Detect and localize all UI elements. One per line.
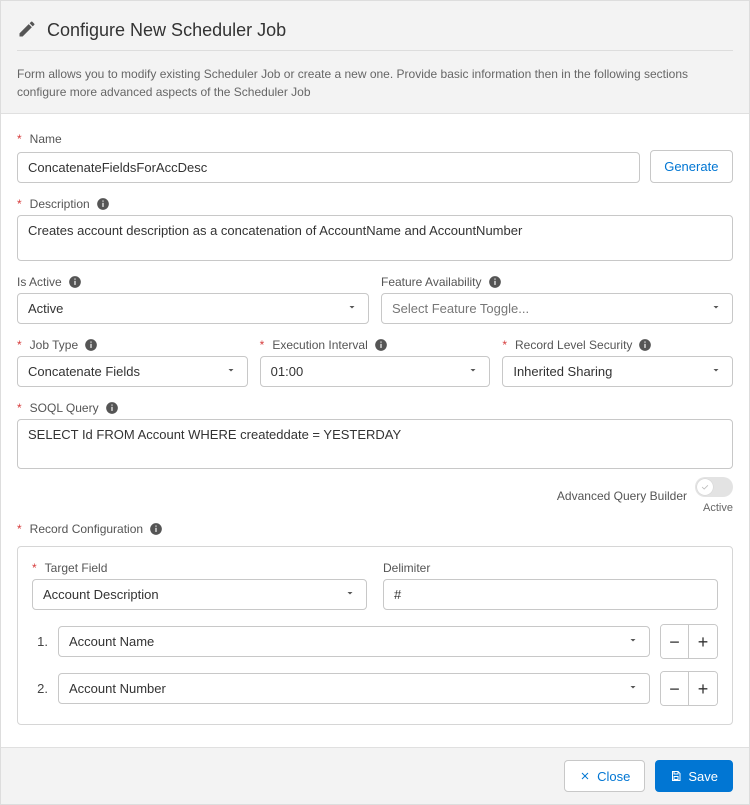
target-field-label: *Target Field	[32, 561, 367, 575]
record-level-security-select[interactable]: Inherited Sharing	[502, 356, 733, 387]
chevron-down-icon	[225, 364, 237, 379]
record-level-security-label: *Record Level Security	[502, 338, 733, 352]
chevron-down-icon	[467, 364, 479, 379]
info-icon	[68, 275, 82, 289]
field-select[interactable]: Account Number	[58, 673, 650, 704]
info-icon	[488, 275, 502, 289]
field-select[interactable]: Account Name	[58, 626, 650, 657]
name-input[interactable]	[17, 152, 640, 183]
header-divider	[17, 50, 733, 51]
toggle-knob	[697, 479, 713, 495]
soql-query-label: *SOQL Query	[17, 401, 733, 415]
form-body: *Name Generate *Description Is Active	[1, 114, 749, 747]
save-button-label: Save	[688, 769, 718, 784]
chevron-down-icon	[346, 301, 358, 316]
close-button[interactable]: Close	[564, 760, 645, 792]
chevron-down-icon	[710, 301, 722, 316]
dialog-footer: Close Save	[1, 747, 749, 804]
info-icon	[374, 338, 388, 352]
delimiter-input[interactable]	[383, 579, 718, 610]
field-row-1: 1. Account Name − +	[32, 624, 718, 659]
description-label: *Description	[17, 197, 733, 211]
row-controls: − +	[660, 671, 718, 706]
generate-button[interactable]: Generate	[650, 150, 733, 183]
target-field-select[interactable]: Account Description	[32, 579, 367, 610]
info-icon	[149, 522, 163, 536]
info-icon	[84, 338, 98, 352]
scheduler-job-dialog: Configure New Scheduler Job Form allows …	[0, 0, 750, 805]
record-configuration-label: *Record Configuration	[17, 522, 733, 536]
row-controls: − +	[660, 624, 718, 659]
feature-availability-select[interactable]: Select Feature Toggle...	[381, 293, 733, 324]
job-type-select[interactable]: Concatenate Fields	[17, 356, 248, 387]
row-index: 1.	[32, 634, 48, 649]
info-icon	[638, 338, 652, 352]
field-row-2: 2. Account Number − +	[32, 671, 718, 706]
execution-interval-label: *Execution Interval	[260, 338, 491, 352]
remove-row-button[interactable]: −	[661, 625, 689, 658]
is-active-select[interactable]: Active	[17, 293, 369, 324]
info-icon	[96, 197, 110, 211]
chevron-down-icon	[344, 587, 356, 602]
chevron-down-icon	[710, 364, 722, 379]
description-textarea[interactable]	[17, 215, 733, 261]
delimiter-label: Delimiter	[383, 561, 718, 575]
remove-row-button[interactable]: −	[661, 672, 689, 705]
aqb-status: Active	[695, 502, 733, 514]
aqb-label: Advanced Query Builder	[557, 489, 687, 503]
info-icon	[105, 401, 119, 415]
record-config-box: *Target Field Account Description Delimi…	[17, 546, 733, 725]
save-button[interactable]: Save	[655, 760, 733, 792]
feature-availability-label: Feature Availability	[381, 275, 733, 289]
aqb-toggle[interactable]	[695, 477, 733, 497]
edit-icon	[17, 19, 37, 42]
add-row-button[interactable]: +	[689, 625, 717, 658]
dialog-description: Form allows you to modify existing Sched…	[17, 65, 733, 101]
chevron-down-icon	[627, 634, 639, 649]
job-type-label: *Job Type	[17, 338, 248, 352]
row-index: 2.	[32, 681, 48, 696]
name-label: *Name	[17, 132, 733, 146]
add-row-button[interactable]: +	[689, 672, 717, 705]
close-button-label: Close	[597, 769, 630, 784]
soql-query-textarea[interactable]	[17, 419, 733, 469]
dialog-title: Configure New Scheduler Job	[47, 20, 286, 41]
is-active-label: Is Active	[17, 275, 369, 289]
dialog-header: Configure New Scheduler Job Form allows …	[1, 1, 749, 114]
chevron-down-icon	[627, 681, 639, 696]
execution-interval-select[interactable]: 01:00	[260, 356, 491, 387]
